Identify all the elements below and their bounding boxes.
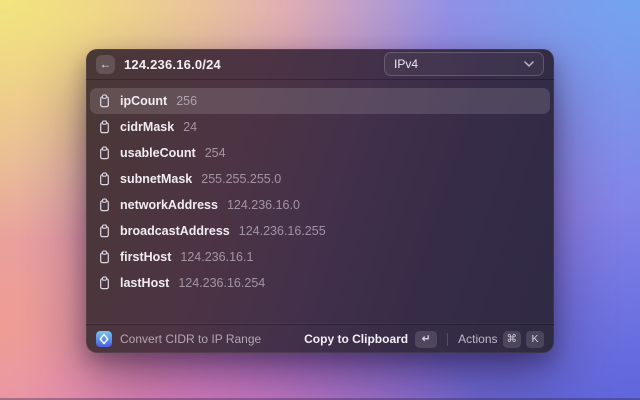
actions-label: Actions <box>458 332 497 346</box>
result-key: ipCount <box>120 94 167 108</box>
command-key-icon: ⌘ <box>503 331 522 348</box>
list-item[interactable]: ipCount 256 <box>90 88 550 114</box>
command-name: Convert CIDR to IP Range <box>120 332 261 346</box>
clipboard-icon <box>98 172 111 186</box>
clipboard-icon <box>98 224 111 238</box>
desktop-wallpaper: { "header": { "back_icon": "←", "title":… <box>0 0 640 400</box>
result-key: broadcastAddress <box>120 224 230 238</box>
list-item[interactable]: firstHost 124.236.16.1 <box>90 244 550 270</box>
result-list: ipCount 256 cidrMask 24 usableCount 254 <box>86 80 554 324</box>
clipboard-icon <box>98 198 111 212</box>
list-item[interactable]: cidrMask 24 <box>90 114 550 140</box>
list-item[interactable]: lastHost 124.236.16.254 <box>90 270 550 296</box>
clipboard-icon <box>98 120 111 134</box>
launcher-window: ← 124.236.16.0/24 IPv4 ipCount 256 cidr <box>86 49 554 353</box>
result-key: firstHost <box>120 250 171 264</box>
result-key: subnetMask <box>120 172 192 186</box>
list-item[interactable]: usableCount 254 <box>90 140 550 166</box>
list-item[interactable]: networkAddress 124.236.16.0 <box>90 192 550 218</box>
extension-app-icon <box>96 331 112 347</box>
ip-version-dropdown[interactable]: IPv4 <box>384 52 544 76</box>
result-key: cidrMask <box>120 120 174 134</box>
result-value: 124.236.16.0 <box>227 198 300 212</box>
copy-to-clipboard-button[interactable]: Copy to Clipboard ↵ <box>304 331 437 348</box>
result-key: lastHost <box>120 276 169 290</box>
back-arrow-icon: ← <box>100 57 112 71</box>
result-key: usableCount <box>120 146 196 160</box>
dropdown-value: IPv4 <box>394 57 418 71</box>
chevron-down-icon <box>524 61 534 67</box>
list-item[interactable]: subnetMask 255.255.255.0 <box>90 166 550 192</box>
back-button[interactable]: ← <box>96 55 115 74</box>
footer-divider <box>447 333 448 346</box>
list-item[interactable]: broadcastAddress 124.236.16.255 <box>90 218 550 244</box>
return-key-icon: ↵ <box>415 331 437 348</box>
page-title: 124.236.16.0/24 <box>124 57 221 72</box>
clipboard-icon <box>98 94 111 108</box>
result-value: 24 <box>183 120 197 134</box>
actions-button[interactable]: Actions ⌘ K <box>458 331 544 348</box>
k-key-icon: K <box>526 331 544 348</box>
footer: Convert CIDR to IP Range Copy to Clipboa… <box>86 324 554 353</box>
result-value: 256 <box>176 94 197 108</box>
result-value: 124.236.16.254 <box>178 276 265 290</box>
clipboard-icon <box>98 146 111 160</box>
result-key: networkAddress <box>120 198 218 212</box>
result-value: 255.255.255.0 <box>201 172 281 186</box>
footer-actions: Copy to Clipboard ↵ Actions ⌘ K <box>304 331 544 348</box>
clipboard-icon <box>98 276 111 290</box>
primary-action-label: Copy to Clipboard <box>304 332 408 346</box>
result-value: 124.236.16.255 <box>239 224 326 238</box>
result-value: 124.236.16.1 <box>180 250 253 264</box>
result-value: 254 <box>205 146 226 160</box>
clipboard-icon <box>98 250 111 264</box>
header: ← 124.236.16.0/24 IPv4 <box>86 49 554 80</box>
